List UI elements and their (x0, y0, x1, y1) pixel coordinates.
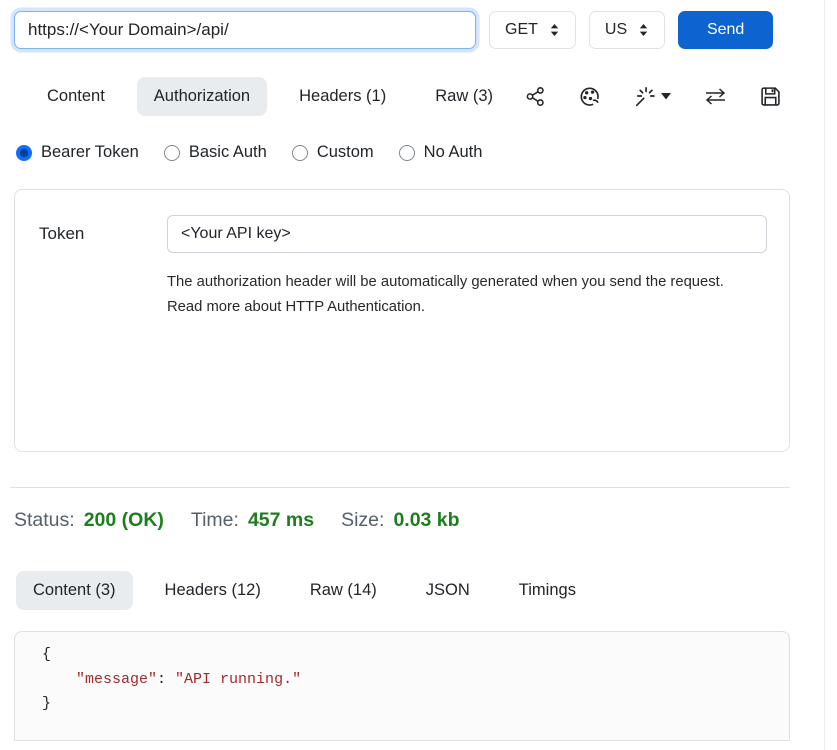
response-body-panel: { "message": "API running." } (14, 631, 790, 741)
response-tabs: Content (3) Headers (12) Raw (14) JSON T… (0, 571, 837, 610)
request-bar: GET US Send (0, 0, 837, 49)
response-tab-json[interactable]: JSON (409, 571, 487, 610)
request-tabs: Content Authorization Headers (1) Raw (3… (0, 77, 837, 116)
token-helper-text: The authorization header will be automat… (167, 270, 752, 320)
radio-bearer-token[interactable]: Bearer Token (16, 143, 139, 162)
tab-headers[interactable]: Headers (1) (282, 77, 403, 116)
section-divider (10, 487, 790, 488)
region-select-value: US (605, 21, 627, 39)
radio-unselected-icon (399, 145, 415, 161)
updown-arrows-icon (549, 23, 560, 37)
response-tab-timings[interactable]: Timings (502, 571, 593, 610)
radio-label: No Auth (424, 143, 483, 162)
time-value: 457 ms (248, 509, 314, 532)
tab-content[interactable]: Content (30, 77, 122, 116)
updown-arrows-icon (638, 23, 649, 37)
send-button[interactable]: Send (678, 11, 773, 49)
url-input[interactable] (14, 11, 476, 49)
method-select-value: GET (505, 21, 538, 39)
magic-wand-dropdown-icon[interactable] (634, 86, 671, 107)
radio-unselected-icon (292, 145, 308, 161)
tab-authorization[interactable]: Authorization (137, 77, 267, 116)
size-value: 0.03 kb (393, 509, 459, 532)
radio-label: Bearer Token (41, 143, 139, 162)
palette-icon[interactable] (579, 86, 601, 108)
tab-raw[interactable]: Raw (3) (418, 77, 510, 116)
radio-basic-auth[interactable]: Basic Auth (164, 143, 267, 162)
time-label: Time: (191, 509, 239, 532)
response-tab-raw[interactable]: Raw (14) (293, 571, 394, 610)
share-icon[interactable] (525, 86, 546, 107)
response-json: { "message": "API running." } (42, 643, 789, 717)
method-select[interactable]: GET (489, 11, 576, 49)
swap-arrows-icon[interactable] (704, 87, 727, 106)
response-tab-headers[interactable]: Headers (12) (148, 571, 278, 610)
radio-unselected-icon (164, 145, 180, 161)
size-label: Size: (341, 509, 384, 532)
radio-selected-icon (16, 145, 32, 161)
radio-label: Custom (317, 143, 374, 162)
response-tab-content[interactable]: Content (3) (16, 571, 133, 610)
region-select[interactable]: US (589, 11, 665, 49)
status-label: Status: (14, 509, 75, 532)
save-icon[interactable] (760, 86, 781, 107)
radio-label: Basic Auth (189, 143, 267, 162)
token-label: Token (39, 224, 167, 244)
page-right-divider (824, 0, 825, 750)
toolbar-icon-group (525, 86, 781, 108)
radio-custom[interactable]: Custom (292, 143, 374, 162)
response-status-row: Status: 200 (OK) Time: 457 ms Size: 0.03… (0, 509, 837, 532)
token-panel: Token The authorization header will be a… (14, 189, 790, 452)
status-value: 200 (OK) (84, 509, 164, 532)
auth-options: Bearer Token Basic Auth Custom No Auth (0, 143, 837, 162)
token-input[interactable] (167, 215, 767, 253)
radio-no-auth[interactable]: No Auth (399, 143, 483, 162)
